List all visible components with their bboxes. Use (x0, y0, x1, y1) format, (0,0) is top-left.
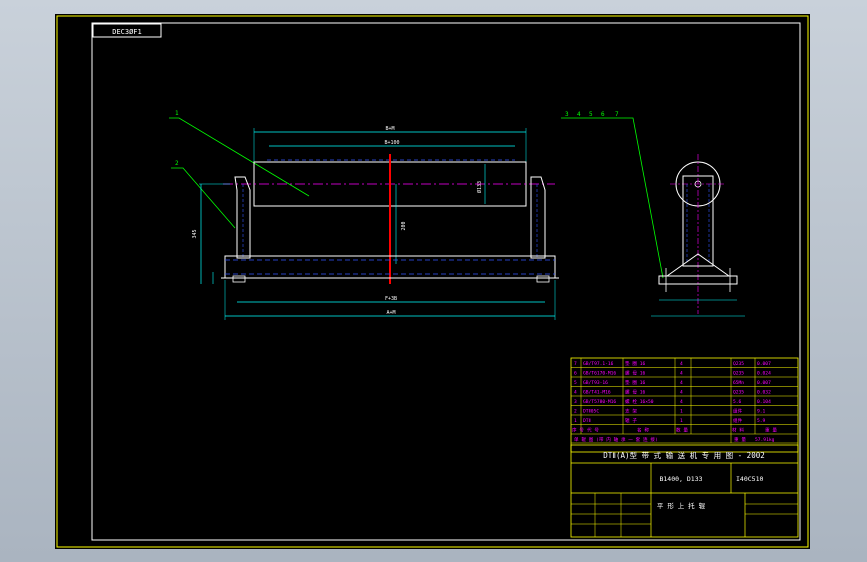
parts-row-qty: 1 (680, 409, 683, 415)
parts-header-no: 序 号 (572, 427, 584, 434)
side-view: 3 4 5 6 7 (561, 111, 745, 317)
parts-row-material: 5.6 (733, 399, 742, 405)
parts-row-weight: 0.104 (757, 399, 771, 405)
parts-header-material: 材 料 (732, 427, 744, 434)
dim-bottom-outer: A+M (386, 310, 395, 316)
parts-row-material: Q235 (733, 371, 744, 377)
part-label-5: 5 (589, 111, 593, 118)
dim-top-inner: B+100 (384, 140, 399, 146)
parts-row-material: Q235 (733, 390, 744, 396)
parts-row-material: Q235 (733, 361, 744, 367)
parts-row-name: 垫 圈 16 (625, 360, 645, 367)
dim-top-outer: B+M (385, 126, 394, 132)
part-label-1: 1 (175, 110, 179, 117)
cad-drawing: DEC3ØF1 1 2 B+M B+100 Ø133 200 345 F+3B … (56, 15, 809, 548)
parts-row-qty: 4 (680, 371, 683, 377)
parts-row-no: 3 (574, 399, 577, 405)
drawing-viewport[interactable]: DEC3ØF1 1 2 B+M B+100 Ø133 200 345 F+3B … (55, 14, 810, 549)
foot-left (232, 275, 246, 283)
parts-row-no: 2 (574, 409, 577, 415)
right-bracket (530, 176, 546, 259)
parts-list: 7 GB/T97.1-16 垫 圈 16 4 Q235 0.007 6 GB/T6170-M1… (570, 357, 799, 453)
parts-row-spec: DTⅡ (583, 418, 591, 424)
drawing-code: DEC3ØF1 (112, 28, 142, 36)
parts-header-spec: 代 号 (587, 427, 599, 434)
parts-row-qty: 4 (680, 361, 683, 367)
title-spec: B1400, D133 (659, 475, 702, 483)
outer-border (56, 15, 809, 548)
part-label-2: 2 (175, 160, 179, 167)
inner-border (91, 22, 801, 541)
parts-remark-label: 重 量 (734, 436, 746, 443)
leader-3-7 (561, 117, 664, 279)
title-block: DTⅡ(A)型 带 式 输 送 机 专 用 图 - 2002 B1400, D1… (570, 444, 799, 538)
parts-row-qty: 4 (680, 390, 683, 396)
parts-row-weight: 0.007 (757, 380, 771, 386)
parts-row-material: 组件 (733, 408, 743, 415)
parts-row-spec: DTⅡ05C (583, 409, 599, 415)
parts-row-qty: 4 (680, 399, 683, 405)
parts-row-material: 组件 (733, 417, 743, 424)
dim-diameter: Ø133 (476, 181, 483, 193)
parts-row-weight: 0.024 (757, 371, 771, 377)
leader-1 (169, 117, 310, 197)
dim-height-center: 200 (401, 221, 407, 230)
foot-right (536, 275, 550, 283)
parts-row-weight: 0.032 (757, 390, 771, 396)
parts-row-spec: GB/T6170-M16 (583, 371, 616, 377)
parts-row-no: 6 (574, 371, 577, 377)
parts-row-no: 7 (574, 361, 577, 367)
parts-header-weight: 重 量 (765, 427, 777, 434)
parts-remark-value: 57.91kg (755, 437, 775, 443)
title-drawing-no: I40C510 (736, 475, 763, 483)
parts-row-name: 螺 母 16 (625, 370, 645, 377)
parts-row-qty: 4 (680, 380, 683, 386)
parts-row-spec: GB/T41-M16 (583, 390, 611, 396)
parts-row-material: 65Mn (733, 380, 744, 386)
parts-row-spec: GB/T5780-M16 (583, 399, 616, 405)
part-label-3: 3 (565, 111, 569, 118)
parts-row-name: 垫 圈 16 (625, 379, 645, 386)
dim-height-total: 345 (192, 229, 198, 238)
parts-header-name: 名 称 (637, 427, 649, 434)
leader-2 (171, 167, 236, 229)
part-label-7: 7 (615, 111, 619, 118)
parts-row-weight: 9.1 (757, 409, 766, 415)
left-bracket (234, 176, 251, 259)
parts-row-weight: 5.9 (757, 418, 766, 424)
parts-row-no: 4 (574, 390, 577, 396)
title-series: DTⅡ(A)型 带 式 输 送 机 专 用 图 - 2002 (603, 450, 765, 460)
parts-row-spec: GB/T93-16 (583, 380, 608, 386)
parts-note: 单 辊 图 (带 内 轴 承 一 套 连 接) (574, 436, 658, 443)
dim-bottom-inner: F+3B (385, 296, 397, 302)
parts-row-qty: 1 (680, 418, 683, 424)
parts-row-name: 螺 母 16 (625, 389, 645, 396)
part-label-6: 6 (601, 111, 605, 118)
parts-row-name: 支 架 (625, 408, 637, 415)
parts-header-qty: 数 量 (676, 427, 688, 434)
part-label-4: 4 (577, 111, 581, 118)
parts-row-name: 螺 栓 16×50 (625, 398, 654, 405)
title-name: 平 形 上 托 辊 (657, 501, 706, 510)
parts-row-spec: GB/T97.1-16 (583, 361, 614, 367)
main-view: 1 2 B+M B+100 Ø133 200 345 F+3B A+M (169, 110, 559, 320)
parts-row-weight: 0.007 (757, 361, 771, 367)
parts-row-name: 辊 子 (625, 417, 637, 424)
parts-row-no: 1 (574, 418, 577, 424)
parts-row-no: 5 (574, 380, 577, 386)
